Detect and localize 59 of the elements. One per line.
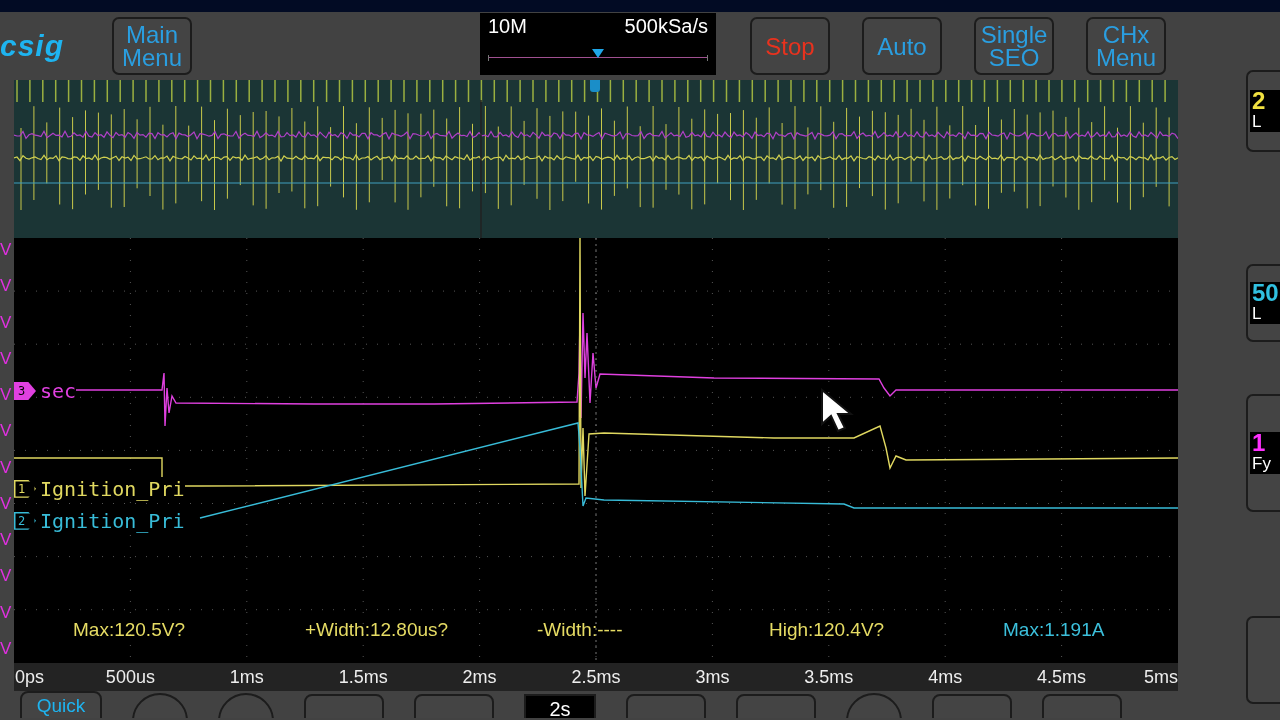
toolbar-button[interactable] [626,694,706,718]
scale-label: V [0,312,13,333]
measurement-readout: Max:1.191A [1003,619,1105,641]
scale-label: V [0,493,13,514]
axis-label: 3ms [695,667,730,688]
toolbar-button[interactable] [932,694,1012,718]
sample-rate: 500kSa/s [624,15,708,38]
toolbar-button[interactable]: Main Menu [112,17,192,75]
axis-label: 4ms [928,667,963,688]
scale-label: V [0,348,13,369]
app-logo: csig [0,29,66,63]
quick-button[interactable]: Quick [20,691,102,718]
measurement-readout: +Width:12.80us? [305,619,450,641]
channel-scale-value: 1 [1252,432,1266,454]
measurement-readout: High:120.4V? [769,619,886,641]
scale-label: V [0,638,13,659]
toolbar-button[interactable] [304,694,384,718]
channel-scale-unit: L [1252,112,1262,132]
scale-label: V [0,602,13,623]
channel-scale-unit: Fy [1252,454,1271,474]
toolbar-button[interactable]: CHx Menu [1086,17,1166,75]
trigger-position-marker[interactable] [590,80,600,92]
axis-label: 2.5ms [571,667,621,688]
scale-label: V [0,276,13,297]
axis-label: 4.5ms [1037,667,1087,688]
memory-position-marker[interactable] [592,49,604,58]
toolbar-button[interactable] [1042,694,1122,718]
side-button[interactable]: 2 L [1246,70,1280,152]
axis-label: 1.5ms [338,667,388,688]
channel-label: Ignition_Pri [40,476,185,501]
scale-label: V [0,530,13,551]
toolbar-button[interactable] [736,694,816,718]
channel-scale-value: 2 [1252,90,1266,112]
axis-label: 5ms [1144,667,1178,688]
scale-label: V [0,421,13,442]
side-button[interactable]: 50 L [1246,264,1280,342]
memory-depth: 10M [488,15,527,38]
channel-marker[interactable]: 1 [14,479,36,498]
side-button[interactable] [1246,616,1280,704]
axis-label: 2ms [462,667,497,688]
scale-label: V [0,566,13,587]
channel-marker[interactable]: 2 [14,511,36,530]
scale-label: V [0,240,13,260]
scale-label: V [0,385,13,406]
measurement-readout: Max:120.5V? [73,619,186,641]
toolbar-button[interactable] [414,694,494,718]
side-button[interactable]: 1 Fy [1246,394,1280,512]
toolbar-button[interactable]: Single SEO [974,17,1054,75]
channel-scale-value: 50 [1252,282,1279,304]
toolbar-button[interactable]: Auto [862,17,942,75]
scale-label: V [0,457,13,478]
axis-label: 500us [105,667,155,688]
axis-label: 3.5ms [804,667,854,688]
value-button[interactable]: 2s [524,694,596,718]
measurement-readout: -Width:---- [537,619,624,641]
axis-label: 0ps [15,667,45,688]
channel-scale-unit: L [1252,304,1262,324]
axis-label: 1ms [229,667,264,688]
channel-marker[interactable]: 3 [14,382,36,400]
